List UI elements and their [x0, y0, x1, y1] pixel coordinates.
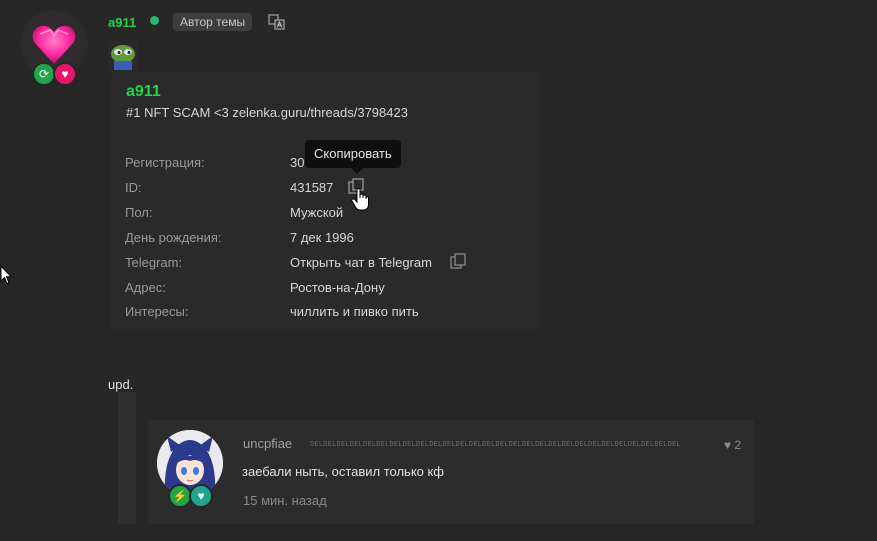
post-body-text: upd. — [108, 377, 134, 392]
profile-label-registration: Регистрация: — [125, 155, 205, 170]
profile-label-address: Адрес: — [125, 280, 166, 295]
telegram-chat-link[interactable]: Открыть чат в Telegram — [290, 255, 432, 270]
author-badge: Автор темы — [173, 13, 253, 31]
profile-value-interests: чиллить и пивко пить — [290, 304, 419, 319]
hand-cursor-icon — [351, 188, 369, 211]
profile-value-birthday: 7 дек 1996 — [290, 230, 354, 245]
arrow-cursor-icon — [0, 265, 12, 285]
profile-label-telegram: Telegram: — [125, 255, 183, 270]
profile-value-address: Ростов-на-Дону — [290, 280, 385, 295]
tooltip-arrow — [351, 168, 363, 174]
quote-bar — [118, 392, 136, 524]
profile-card-name[interactable]: a911 — [126, 83, 161, 101]
profile-value-gender: Мужской — [290, 205, 344, 220]
comment-text: заебали ныть, оставил только кф — [242, 464, 444, 479]
comment-avatar[interactable] — [157, 430, 223, 496]
comment-username[interactable]: uncpfiae — [243, 436, 292, 451]
profile-label-gender: Пол: — [125, 205, 153, 220]
comment-time[interactable]: 15 мин. назад — [243, 493, 327, 508]
heart-icon[interactable]: ♥ — [724, 438, 731, 452]
translate-icon[interactable] — [268, 14, 285, 30]
profile-value-registration: 30 — [290, 155, 305, 170]
pepe-sticker-icon — [108, 41, 138, 71]
comment-username-strip: DELDELDELDELDELDELDELDELDELDELDELDELDELD… — [310, 440, 681, 448]
copy-tooltip: Скопировать — [305, 140, 401, 168]
comment-box — [148, 420, 754, 524]
profile-label-birthday: День рождения: — [125, 230, 222, 245]
profile-card-status: #1 NFT SCAM <3 zelenka.guru/threads/3798… — [126, 105, 408, 120]
heart-badge-icon[interactable]: ♥ — [53, 62, 77, 86]
comment-like-count: 2 — [734, 438, 742, 452]
post-username[interactable]: a911 — [108, 15, 136, 30]
copy-telegram-icon[interactable] — [450, 253, 466, 269]
heart-badge-icon[interactable]: ♥ — [189, 484, 213, 508]
profile-label-id: ID: — [125, 180, 142, 195]
anime-avatar-icon — [157, 430, 223, 496]
comment-like[interactable]: ♥ 2 — [724, 438, 741, 452]
profile-value-id: 431587 — [290, 180, 334, 195]
online-indicator — [150, 16, 159, 25]
profile-label-interests: Интересы: — [125, 304, 189, 319]
